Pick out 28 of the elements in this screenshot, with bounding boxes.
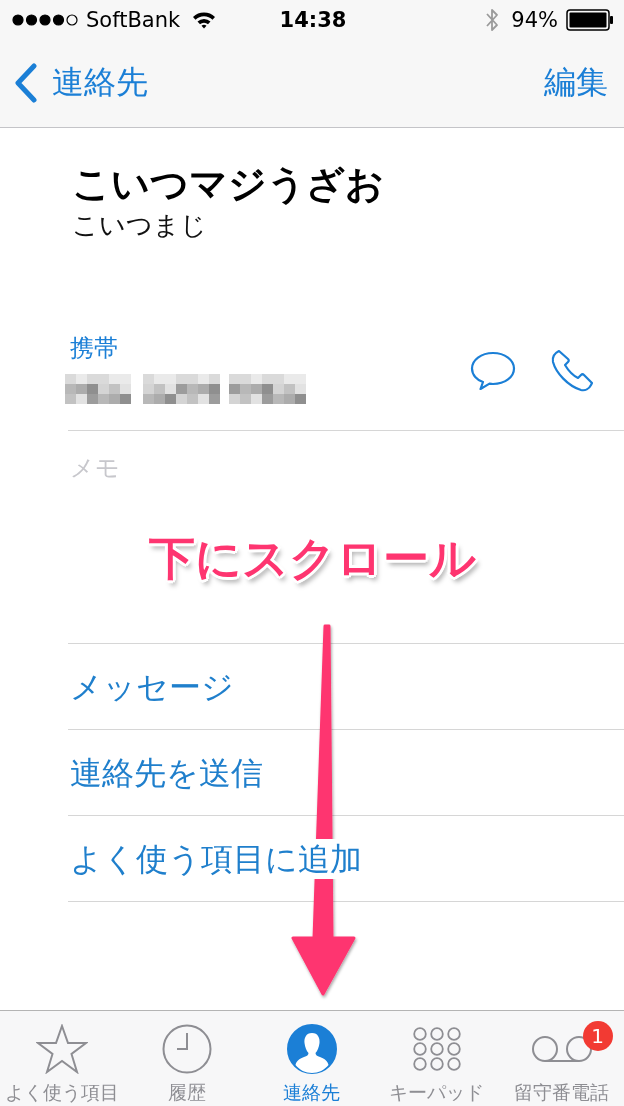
tab-bar-item[interactable]: 留守番電話 1 [499, 1011, 624, 1106]
contact-name-reading: こいつまじ [72, 210, 208, 240]
wifi-icon [192, 11, 217, 29]
clock-icon [162, 1024, 213, 1074]
battery-icon [566, 9, 614, 31]
keypad-icon [412, 1027, 461, 1071]
back-button[interactable]: 連絡先 [14, 60, 148, 105]
star-icon [36, 1024, 89, 1074]
phone-label: 携帯 [69, 334, 119, 362]
tab-bar-item[interactable]: 履歴 [124, 1011, 250, 1106]
scroll-down-annotation: 下にスクロール [148, 530, 476, 587]
bluetooth-icon [485, 7, 500, 33]
tab-bar-item[interactable]: キーパッド [374, 1011, 500, 1106]
voicemail-icon [531, 1035, 592, 1063]
carrier-name: SoftBank [86, 8, 181, 32]
contact-name: こいつマジうざお [72, 162, 385, 206]
memo-field[interactable]: メモ [68, 453, 270, 483]
tab-bar-item[interactable]: 連絡先 [249, 1011, 375, 1106]
notification-badge: 1 [582, 1021, 613, 1051]
edit-button[interactable]: 編集 [544, 60, 608, 105]
phone-handset-icon[interactable] [550, 349, 594, 393]
chevron-left-icon [14, 62, 38, 103]
speech-bubble-icon[interactable] [470, 351, 516, 391]
tab-bar-item[interactable]: よく使う項目 [0, 1011, 125, 1106]
clock-time: 14:38 [279, 8, 347, 32]
battery-percentage: 94% [511, 8, 558, 32]
signal-strength-icon [12, 14, 78, 26]
person-silhouette-icon [287, 1024, 337, 1074]
